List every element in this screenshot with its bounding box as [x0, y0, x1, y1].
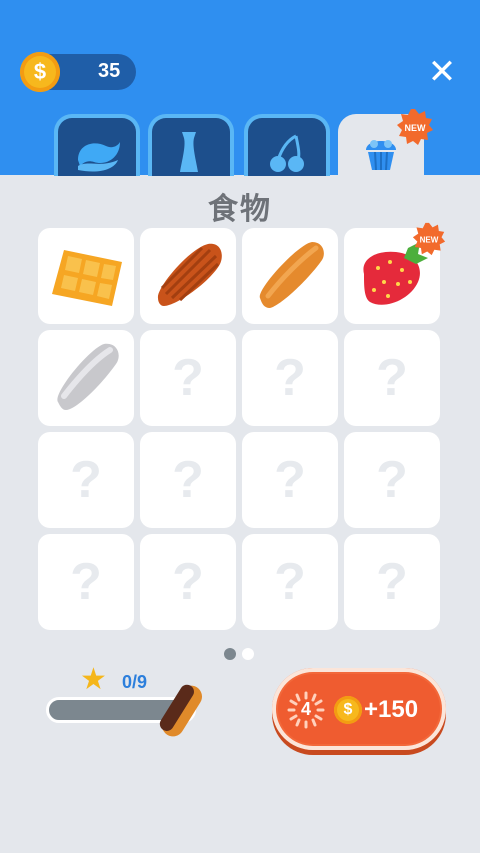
unknown-item-icon: ? — [70, 451, 102, 509]
grid-item-waffle[interactable] — [38, 228, 134, 324]
grid-item-bread[interactable] — [242, 228, 338, 324]
grid-item-cupcake-liner[interactable] — [140, 228, 236, 324]
grid-item-locked[interactable]: ? — [344, 330, 440, 426]
unknown-item-icon: ? — [376, 553, 408, 611]
waffle-icon — [52, 250, 122, 306]
coin-count: 35 — [98, 60, 121, 82]
vase-icon — [180, 132, 198, 172]
grid-item-hotdog-bun[interactable] — [38, 330, 134, 426]
star-icon: ★ — [80, 663, 107, 696]
unknown-item-icon: ? — [274, 553, 306, 611]
bread-loaf-icon — [259, 242, 324, 308]
unknown-item-icon: ? — [172, 451, 204, 509]
reward-amount: +150 — [364, 696, 419, 723]
category-title: 食物 — [208, 193, 272, 226]
eclair-icon — [159, 684, 203, 737]
unknown-item-icon: ? — [274, 349, 306, 407]
unknown-item-icon: ? — [274, 451, 306, 509]
grid-item-locked[interactable]: ? — [140, 432, 236, 528]
unknown-item-icon: ? — [376, 349, 408, 407]
tab-vase[interactable] — [148, 114, 234, 176]
unknown-item-icon: ? — [172, 349, 204, 407]
page-dot[interactable] — [242, 648, 254, 660]
new-badge-text: NEW — [420, 236, 439, 245]
hotdog-bun-icon — [57, 343, 119, 410]
grid-item-locked[interactable]: ? — [38, 432, 134, 528]
cooldown-timer-value: 4 — [300, 699, 311, 719]
grid-item-locked[interactable]: ? — [140, 330, 236, 426]
progress-count: 0/9 — [122, 672, 148, 692]
cherry-icon — [270, 134, 304, 172]
tab-water[interactable] — [54, 114, 140, 176]
grid-item-locked[interactable]: ? — [344, 534, 440, 630]
wave-icon — [78, 142, 120, 172]
grid-item-locked[interactable]: ? — [242, 432, 338, 528]
coin-icon: $ — [334, 696, 362, 724]
grid-item-locked[interactable]: ? — [140, 534, 236, 630]
coin-symbol: $ — [33, 59, 47, 84]
grid-item-locked[interactable]: ? — [38, 534, 134, 630]
coin-icon: $ — [20, 52, 60, 92]
new-badge-icon: NEW — [412, 222, 446, 256]
unknown-item-icon: ? — [70, 553, 102, 611]
grid-item-strawberry[interactable]: NEW — [344, 222, 446, 324]
grid-item-locked[interactable]: ? — [344, 432, 440, 528]
page-dot-active[interactable] — [224, 648, 236, 660]
close-button[interactable]: ✕ — [426, 55, 458, 89]
grid-item-locked[interactable]: ? — [242, 534, 338, 630]
unknown-item-icon: ? — [376, 451, 408, 509]
unknown-item-icon: ? — [172, 553, 204, 611]
grid-item-locked[interactable]: ? — [242, 330, 338, 426]
tab-fruit[interactable] — [244, 114, 330, 176]
new-badge-text: NEW — [405, 123, 427, 133]
cupcake-liner-icon — [157, 243, 222, 306]
new-badge-icon: NEW — [397, 109, 433, 145]
